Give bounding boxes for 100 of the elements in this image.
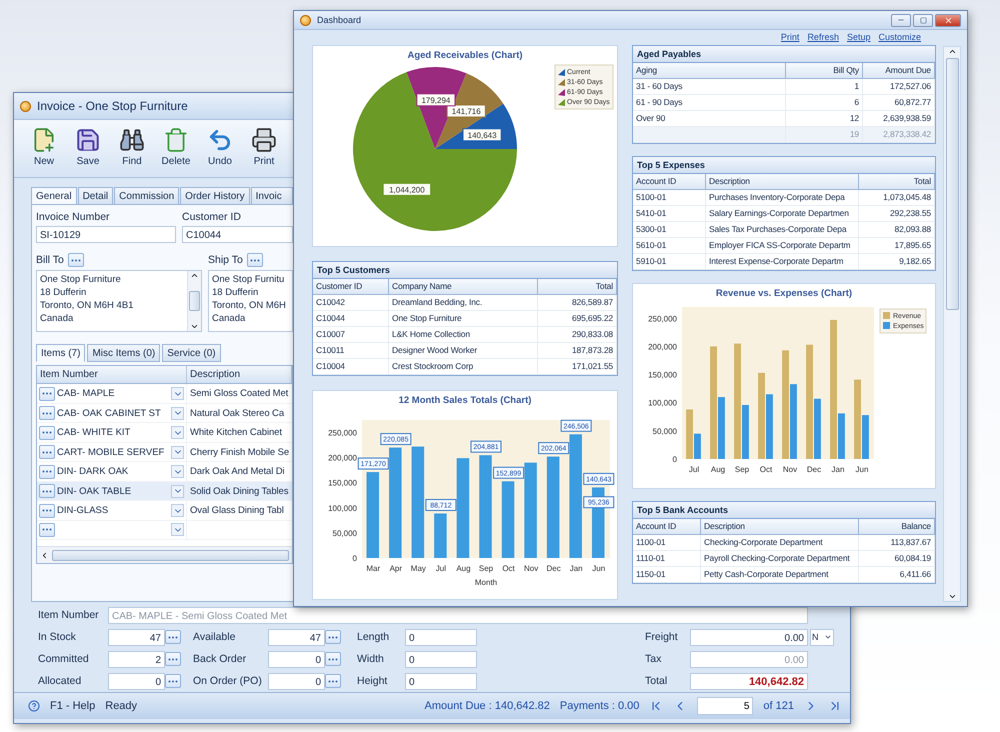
text-field[interactable]: C10044 [182,226,293,243]
number-field[interactable]: 47 [108,628,165,646]
column-header[interactable]: Aging [633,63,786,78]
lookup-button[interactable] [325,630,341,644]
lookup-button[interactable] [68,253,84,267]
column-header[interactable]: Balance [859,519,935,534]
table-cell-text: Oval Glass Dining Tabl [189,504,285,518]
tab[interactable]: Items (7) [36,344,86,362]
grid-row[interactable]: CAB- WHITE KIT White Kitchen Cabinet [37,423,292,442]
lookup-button[interactable] [325,674,341,688]
lookup-button[interactable] [39,522,55,537]
column-header[interactable]: Company Name [389,279,538,294]
axis-tick-label: 150,000 [328,478,357,488]
lookup-button[interactable] [325,652,341,666]
number-field[interactable]: 0 [268,672,325,690]
ellipsis-icon [42,431,52,434]
number-field[interactable]: 0 [268,650,325,668]
link[interactable]: Refresh [807,32,839,43]
dropdown-button[interactable] [171,504,184,517]
scrollbar[interactable] [187,271,201,331]
number-field[interactable]: 47 [268,628,325,646]
toolbar-button[interactable]: Delete [156,123,196,174]
amount-field[interactable]: 0.00 [690,628,808,646]
lookup-button[interactable] [39,484,55,498]
axis-title: Month [474,578,498,587]
lookup-button[interactable] [39,426,55,440]
field-label: Total [645,675,668,687]
column-header[interactable]: Customer ID [313,279,389,294]
lookup-button[interactable] [39,386,55,400]
toolbar-button[interactable]: Find [112,123,152,174]
number-field[interactable]: 0 [405,650,477,668]
lookup-button[interactable] [39,504,55,518]
address-field[interactable]: One Stop Furniture 18 Dufferin Toronto, ON M6H 4B1 Canada [36,270,202,332]
lookup-button[interactable] [39,464,55,478]
column-header[interactable]: Total [859,174,935,189]
grid-row[interactable]: DIN-GLASS Oval Glass Dining Tabl [37,501,292,520]
column-header[interactable]: Account ID [633,174,706,189]
axis-tick-label: 100,000 [328,504,357,513]
tab[interactable]: Invoic [250,187,293,205]
ellipsis-icon [70,258,81,262]
dropdown[interactable]: N [810,628,834,646]
item-number: DIN- DARK OAK [57,466,130,477]
tab[interactable]: Order History [180,187,250,205]
grid-row[interactable]: CAB- OAK CABINET ST Natural Oak Stereo Ca [37,404,292,423]
dropdown-button[interactable] [171,465,184,478]
number-field[interactable]: 0 [405,628,477,646]
number-field[interactable]: 2 [108,650,165,668]
lookup-button[interactable] [165,674,181,688]
dropdown-button[interactable] [171,446,184,458]
column-header[interactable]: Description [701,519,859,534]
table-cell-text: Solid Oak Dining Tables [189,484,290,498]
grid-row[interactable]: CAB- MAPLE Semi Gloss Coated Met [37,384,292,404]
toolbar-button[interactable]: Undo [200,123,240,174]
tab[interactable]: Service (0) [162,344,221,362]
close-button[interactable] [935,14,961,26]
column-header[interactable]: Total [538,279,617,294]
scrollbar[interactable] [37,546,292,563]
number-field[interactable]: 0 [108,672,165,690]
column-header[interactable]: Description [706,174,859,189]
lookup-button[interactable] [165,652,181,666]
minimize-button[interactable] [891,14,911,26]
column-header[interactable]: Account ID [633,519,701,534]
grid-row[interactable]: DIN- OAK TABLE Solid Oak Dining Tables [37,482,292,501]
table-cell: 60,872.77 [863,95,935,110]
link[interactable]: Setup [846,32,870,43]
link[interactable]: Customize [878,32,921,43]
grid-row[interactable]: CART- MOBILE SERVEF Cherry Finish Mobile Se [37,442,292,462]
column-header[interactable]: Amount Due [863,63,935,78]
tab[interactable]: General [31,187,77,205]
lookup-button[interactable] [165,630,181,644]
link[interactable]: Print [780,32,800,43]
dropdown-button[interactable] [171,387,184,400]
dropdown-button[interactable] [171,523,184,536]
lookup-button[interactable] [246,253,263,267]
column-header[interactable]: Description [187,366,292,383]
scrollbar[interactable] [943,46,961,602]
tab[interactable]: Misc Items (0) [87,344,160,362]
axis-tick-label: Nov [782,465,798,474]
tab[interactable]: Detail [78,187,114,205]
toolbar-button[interactable]: New [24,123,64,174]
axis-tick-label: Jun [592,564,606,573]
number-field[interactable]: 0 [405,672,477,690]
text-field[interactable]: SI-10129 [36,226,176,243]
dropdown-button[interactable] [171,426,184,439]
maximize-button[interactable] [913,14,933,26]
page-field[interactable]: 5 [697,697,754,715]
field-label: Length [357,631,390,643]
field-label: Item Number [38,609,99,621]
column-header[interactable]: Bill Qty [786,63,863,78]
toolbar-button[interactable]: Print [244,123,284,174]
lookup-button[interactable] [39,406,55,420]
dropdown-button[interactable] [171,406,184,420]
address-field[interactable]: One Stop Furnitu 18 Dufferin Toronto, ON M6H Canada [208,270,293,332]
toolbar-button[interactable]: Save [68,123,108,174]
lookup-button[interactable] [39,445,55,459]
dropdown-button[interactable] [171,484,184,498]
grid-row[interactable]: DIN- DARK OAK Dark Oak And Metal Di [37,462,292,482]
close-icon [944,16,952,24]
column-header[interactable]: Item Number [37,366,187,383]
tab[interactable]: Commission [114,187,180,205]
